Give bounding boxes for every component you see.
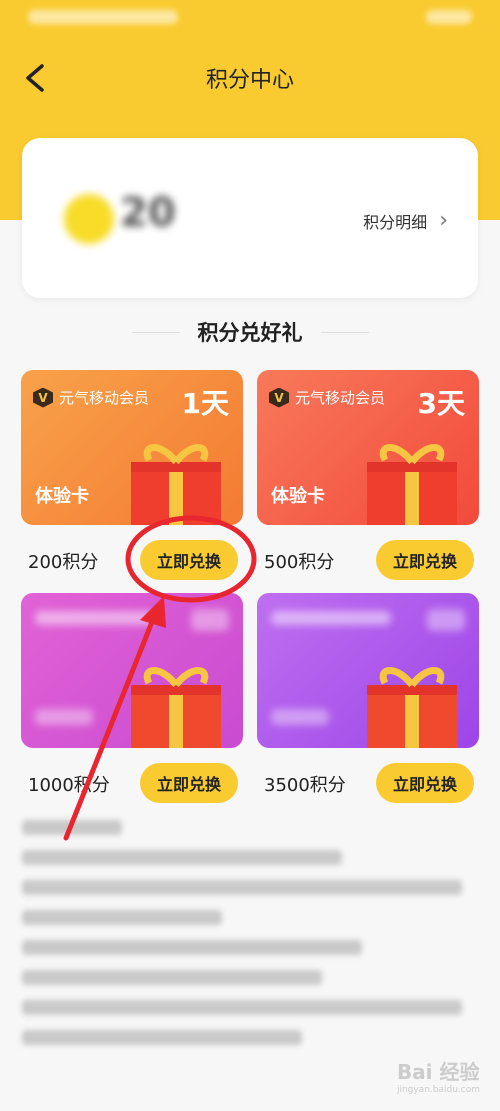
gift-box-icon	[367, 657, 457, 748]
points-balance: 20	[120, 190, 176, 236]
redeem-button-3[interactable]: 立即兑换	[140, 763, 238, 803]
reward-card-1[interactable]: V 元气移动会员 1天 体验卡	[21, 370, 243, 525]
status-bar	[0, 0, 500, 38]
card-days: 1天	[181, 387, 229, 420]
card-days: 3天	[417, 387, 465, 420]
redeem-button-1[interactable]: 立即兑换	[140, 540, 238, 580]
vip-badge-icon: V	[269, 387, 289, 408]
points-card: 20 积分明细 ›	[22, 138, 478, 298]
page-title: 积分中心	[205, 68, 294, 93]
points-detail-label: 积分明细	[363, 212, 428, 232]
points-detail-link[interactable]: 积分明细 ›	[363, 208, 448, 233]
reward-card-4[interactable]	[257, 593, 479, 748]
reward-price-2: 500积分	[264, 552, 335, 573]
section-header: 积分兑好礼	[0, 316, 500, 348]
divider	[320, 331, 369, 333]
redeem-button-2[interactable]: 立即兑换	[376, 540, 474, 580]
watermark-text: Bai 经验	[396, 1060, 480, 1084]
divider	[131, 331, 180, 333]
section-title: 积分兑好礼	[197, 321, 303, 345]
card-type-label: 体验卡	[35, 486, 89, 507]
redeem-button-4[interactable]: 立即兑换	[376, 763, 474, 803]
reward-price-3: 1000积分	[28, 775, 110, 796]
card-brand: V 元气移动会员	[269, 387, 385, 408]
coin-icon	[64, 194, 114, 244]
card-brand: V 元气移动会员	[33, 387, 149, 408]
vip-badge-icon: V	[33, 387, 53, 408]
reward-card-2[interactable]: V 元气移动会员 3天 体验卡	[257, 370, 479, 525]
rules-section	[22, 820, 478, 1060]
watermark-sub: jingyan.baidu.com	[396, 1085, 480, 1095]
chevron-right-icon: ›	[439, 208, 448, 233]
gift-box-icon	[131, 434, 221, 525]
reward-price-1: 200积分	[28, 552, 99, 573]
reward-price-4: 3500积分	[264, 775, 346, 796]
gift-box-icon	[131, 657, 221, 748]
card-brand-label: 元气移动会员	[295, 389, 386, 407]
card-brand-label: 元气移动会员	[59, 389, 150, 407]
watermark: Bai 经验 jingyan.baidu.com	[397, 1056, 480, 1095]
reward-card-3[interactable]	[21, 593, 243, 748]
gift-box-icon	[367, 434, 457, 525]
card-type-label: 体验卡	[271, 486, 325, 507]
